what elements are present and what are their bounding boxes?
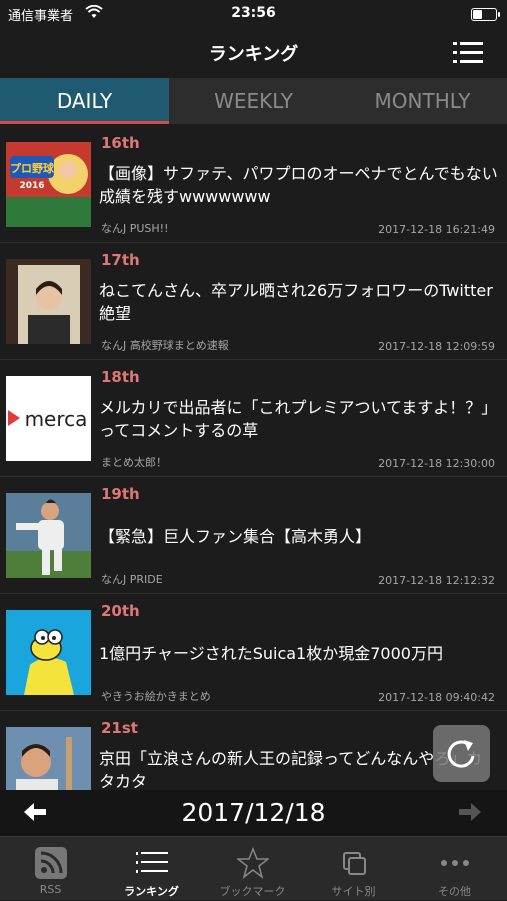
article-item[interactable]: merca 18th メルカリで出品者に「これプレミアついてますよ！？」ってコメ… — [0, 360, 507, 477]
article-source: なんJ PUSH!! — [101, 222, 169, 235]
article-item[interactable]: プロ野球 2016 16th 【画像】サファテ、パワプロのオーペナでとんでもない… — [0, 126, 507, 243]
current-date: 2017/12/18 — [181, 798, 326, 827]
article-date: 2017-12-18 09:40:42 — [378, 691, 495, 704]
article-item[interactable]: 17th ねこてんさん、卒アル晒され26万フォロワーのTwitter絶望 なんJ… — [0, 243, 507, 360]
bottom-tab-label: ランキング — [124, 885, 179, 898]
article-date: 2017-12-18 12:30:00 — [378, 457, 495, 470]
tab-daily[interactable]: DAILY — [0, 78, 169, 124]
rank-label: 18th — [101, 368, 140, 386]
rank-label: 16th — [101, 134, 140, 152]
tab-monthly[interactable]: MONTHLY — [338, 78, 507, 124]
ranking-list-icon — [136, 847, 168, 879]
article-title: 【画像】サファテ、パワプロのオーペナでとんでもない成績を残すwwwwwww — [99, 164, 498, 206]
menu-list-icon[interactable] — [453, 42, 483, 64]
article-item[interactable]: 20th 1億円チャージされたSuica1枚か現金7000万円 やきうお絵かきま… — [0, 594, 507, 711]
bottom-tab-more[interactable]: その他 — [404, 837, 505, 901]
bottom-tab-bar: RSS ランキング ブックマーク サイト別 その他 — [0, 836, 507, 900]
rank-label: 17th — [101, 251, 140, 269]
navigation-bar: ランキング — [0, 30, 507, 78]
bottom-tab-ranking[interactable]: ランキング — [101, 837, 202, 901]
bottom-tab-label: サイト別 — [331, 885, 376, 898]
article-source: やきうお絵かきまとめ — [101, 690, 211, 703]
article-title: ねこてんさん、卒アル晒され26万フォロワーのTwitter絶望 — [99, 281, 493, 323]
tab-weekly[interactable]: WEEKLY — [169, 78, 338, 124]
sites-icon — [338, 847, 370, 879]
bottom-tab-label: RSS — [39, 883, 62, 896]
article-source: なんJ 高校野球まとめ速報 — [101, 339, 229, 352]
refresh-icon — [447, 740, 475, 768]
article-date: 2017-12-18 12:12:32 — [378, 574, 495, 587]
bottom-tab-label: ブックマーク — [219, 885, 286, 898]
star-icon — [235, 846, 271, 879]
thumb-logo-text: プロ野球 — [10, 161, 55, 175]
period-tabs: DAILY WEEKLY MONTHLY — [0, 78, 507, 124]
date-navigation: 2017/12/18 — [0, 790, 507, 836]
article-thumbnail — [6, 493, 91, 578]
ranking-list[interactable]: プロ野球 2016 16th 【画像】サファテ、パワプロのオーペナでとんでもない… — [0, 126, 507, 790]
article-date: 2017-12-18 16:21:49 — [378, 223, 495, 236]
rank-label: 19th — [101, 485, 140, 503]
article-title: 1億円チャージされたSuica1枚か現金7000万円 — [99, 644, 443, 663]
thumb-year-text: 2016 — [19, 181, 44, 191]
battery-icon — [471, 8, 500, 21]
bottom-tab-bookmark[interactable]: ブックマーク — [202, 837, 303, 901]
refresh-button[interactable] — [433, 725, 490, 782]
bottom-tab-rss[interactable]: RSS — [0, 837, 101, 901]
status-bar: 通信事業者 23:56 — [0, 0, 507, 30]
rss-icon — [35, 847, 67, 879]
bottom-tab-sites[interactable]: サイト別 — [303, 837, 404, 901]
article-source: まとめ太郎！ — [101, 456, 167, 469]
rank-label: 20th — [101, 602, 140, 620]
article-thumbnail: プロ野球 2016 — [6, 142, 91, 227]
article-title: メルカリで出品者に「これプレミアついてますよ！？」ってコメントするの草 — [99, 398, 498, 440]
article-item[interactable]: 21st 京田「立浪さんの新人王の記録ってどんなんやろ」カタカタ — [0, 711, 507, 790]
article-date: 2017-12-18 12:09:59 — [378, 340, 495, 353]
page-title: ランキング — [208, 44, 299, 65]
article-source: なんJ PRIDE — [101, 573, 163, 586]
article-item[interactable]: 19th 【緊急】巨人ファン集合【高木勇人】 なんJ PRIDE 2017-12… — [0, 477, 507, 594]
bottom-tab-label: その他 — [438, 885, 471, 898]
thumb-logo-text: merca — [25, 407, 88, 431]
article-thumbnail — [6, 610, 91, 695]
article-thumbnail — [6, 727, 91, 790]
article-thumbnail — [6, 259, 91, 344]
next-date-arrow-icon[interactable] — [457, 799, 483, 829]
status-time: 23:56 — [231, 5, 276, 21]
rank-label: 21st — [101, 719, 138, 737]
article-thumbnail: merca — [6, 376, 91, 461]
more-icon — [439, 847, 471, 879]
article-title: 【緊急】巨人ファン集合【高木勇人】 — [99, 527, 372, 546]
